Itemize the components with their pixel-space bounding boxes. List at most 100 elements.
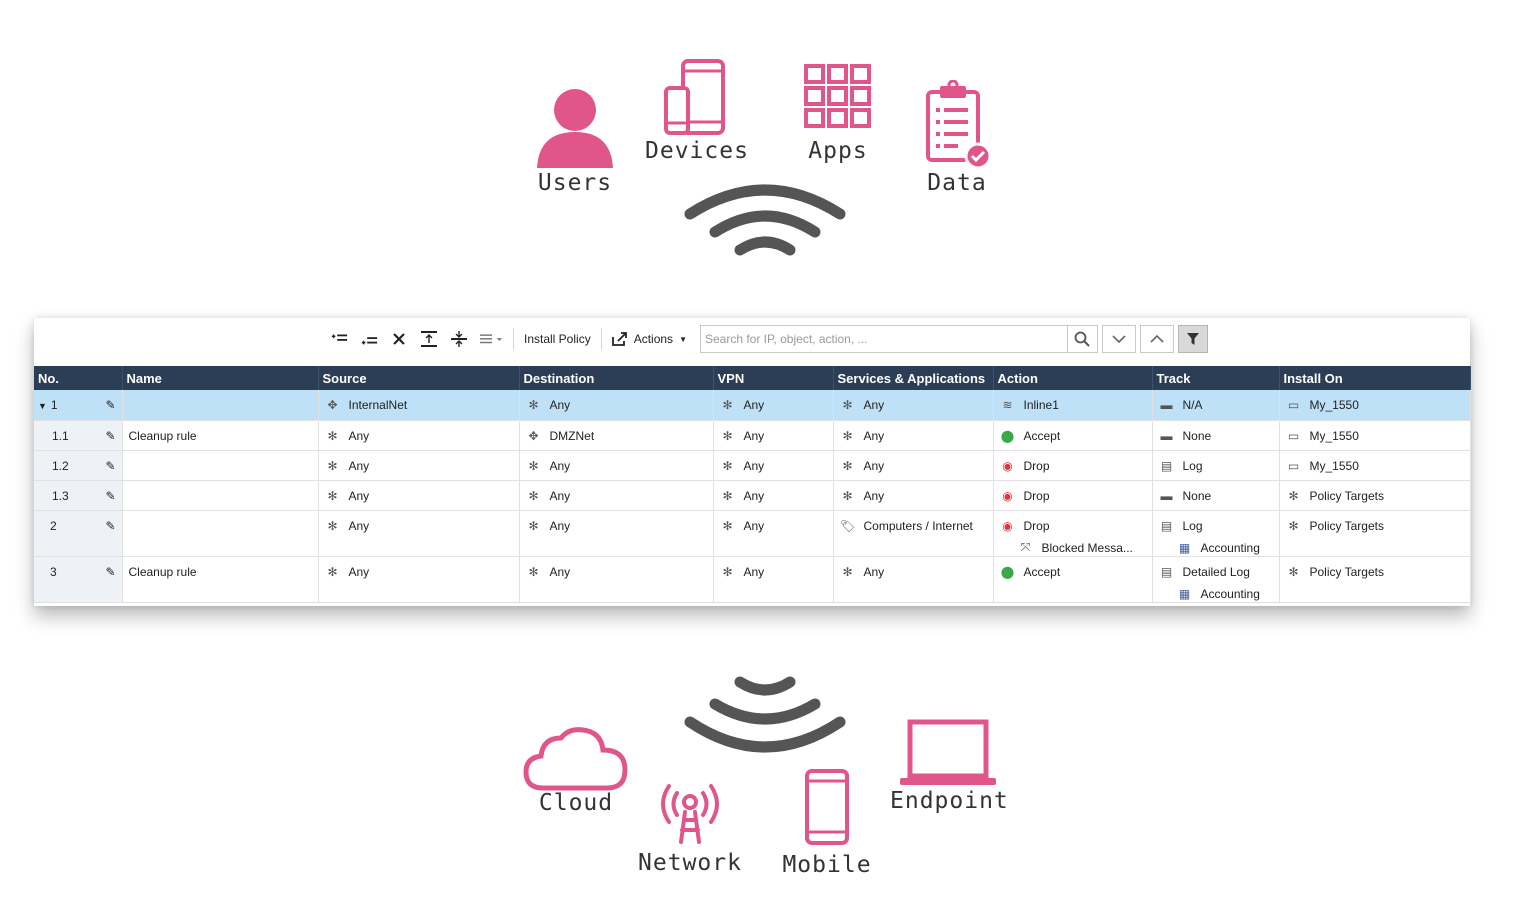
track-value: Detailed Log	[1182, 564, 1250, 579]
source-cell[interactable]: ✻ Any	[318, 450, 520, 481]
column-header[interactable]: Action	[993, 366, 1153, 390]
track-cell[interactable]: ▬ None	[1152, 420, 1280, 451]
column-header[interactable]: VPN	[713, 366, 834, 390]
action-cell[interactable]: ◉ Drop	[993, 450, 1153, 481]
track-cell[interactable]: ▬ None	[1152, 480, 1280, 511]
table-row[interactable]: 1.1 ✎ Cleanup rule ✻ Any ✥ DMZNet ✻ Any ✻ Any…	[34, 420, 1471, 451]
vpn-cell[interactable]: ✻ Any	[713, 420, 834, 451]
install-on-cell[interactable]: ✻ Policy Targets	[1279, 480, 1471, 511]
track-cell[interactable]: ▤ Detailed Log ▦ Accounting	[1152, 556, 1280, 603]
install-on-cell[interactable]: ▭ My_1550	[1279, 450, 1471, 481]
action-cell[interactable]: ⬤ Accept	[993, 420, 1153, 451]
pencil-icon[interactable]: ✎	[105, 519, 115, 533]
asterisk-icon: ✻	[842, 398, 853, 412]
action-cell[interactable]: ◉ Drop ⤧ Blocked Messa...	[993, 510, 1153, 557]
track-cell[interactable]: ▤ Log	[1152, 450, 1280, 481]
table-row[interactable]: 3 ✎ Cleanup rule ✻ Any ✻ Any ✻ Any ✻ Any ⬤ Acc…	[34, 556, 1471, 603]
rule-number: 2	[50, 518, 57, 533]
install-on-cell[interactable]: ✻ Policy Targets	[1279, 510, 1471, 557]
install-policy-button[interactable]: Install Policy	[517, 325, 598, 353]
pencil-icon[interactable]: ✎	[105, 429, 115, 443]
column-header[interactable]: Source	[318, 366, 520, 390]
destination-cell[interactable]: ✻ Any	[519, 450, 714, 481]
column-header[interactable]: No.	[34, 366, 123, 390]
install-on-cell[interactable]: ▭ My_1550	[1279, 390, 1471, 421]
gateway-icon: ▭	[1287, 428, 1300, 443]
asterisk-icon: ✻	[528, 564, 539, 579]
expand-caret-icon[interactable]: ▼	[38, 401, 47, 411]
vpn-cell[interactable]: ✻ Any	[713, 480, 834, 511]
actions-label: Actions	[633, 332, 674, 346]
pencil-icon[interactable]: ✎	[105, 489, 115, 503]
expand-button[interactable]	[414, 325, 444, 353]
install-on-value: Policy Targets	[1309, 518, 1384, 533]
apps-block: Apps	[790, 64, 886, 164]
filter-button[interactable]	[1177, 325, 1208, 353]
endpoint-block: Endpoint	[890, 718, 1008, 814]
source-cell[interactable]: ✻ Any	[318, 510, 520, 557]
dash-icon: ▬	[1160, 398, 1173, 412]
rule-name-cell[interactable]	[122, 450, 319, 481]
track-cell[interactable]: ▬ N/A	[1152, 390, 1280, 421]
table-row[interactable]: ▼ 1 ✎ ✥ InternalNet ✻ Any ✻ Any ✻ Any ≋ Inline1…	[34, 390, 1471, 421]
services-cell[interactable]: ✻ Any	[833, 420, 994, 451]
destination-cell[interactable]: ✥ DMZNet	[519, 420, 714, 451]
rule-name-cell[interactable]: Cleanup rule	[122, 420, 319, 451]
action-cell[interactable]: ≋ Inline1	[993, 390, 1153, 421]
services-cell[interactable]: ✻ Any	[833, 390, 994, 421]
pencil-icon[interactable]: ✎	[105, 565, 115, 579]
source-value: InternalNet	[348, 398, 408, 412]
asterisk-icon: ✻	[1288, 488, 1299, 503]
table-row[interactable]: 2 ✎ ✻ Any ✻ Any ✻ Any 🏷 Computers / Internet …	[34, 510, 1471, 557]
column-header[interactable]: Track	[1152, 366, 1280, 390]
table-row[interactable]: 1.3 ✎ ✻ Any ✻ Any ✻ Any ✻ Any ◉ Drop ▬ None ✻ Po…	[34, 480, 1471, 511]
rule-name-cell[interactable]	[122, 510, 319, 557]
source-cell[interactable]: ✥ InternalNet	[318, 390, 520, 421]
destination-cell[interactable]: ✻ Any	[519, 390, 714, 421]
column-header[interactable]: Name	[122, 366, 319, 390]
rule-name-cell[interactable]: Cleanup rule	[122, 556, 319, 603]
destination-cell[interactable]: ✻ Any	[519, 556, 714, 603]
services-cell[interactable]: ✻ Any	[833, 450, 994, 481]
track-cell[interactable]: ▤ Log ▦ Accounting	[1152, 510, 1280, 557]
services-cell[interactable]: 🏷 Computers / Internet	[833, 510, 994, 557]
column-header[interactable]: Services & Applications	[833, 366, 994, 390]
add-rule-below-button[interactable]	[354, 325, 384, 353]
table-row[interactable]: 1.2 ✎ ✻ Any ✻ Any ✻ Any ✻ Any ◉ Drop ▤ Log ▭ My_…	[34, 450, 1471, 481]
source-cell[interactable]: ✻ Any	[318, 480, 520, 511]
action-extra-value: Blocked Messa...	[1041, 540, 1133, 555]
source-cell[interactable]: ✻ Any	[318, 420, 520, 451]
rule-name-cell[interactable]	[122, 480, 319, 511]
services-cell[interactable]: ✻ Any	[833, 480, 994, 511]
action-value: Drop	[1023, 458, 1050, 473]
add-rule-above-button[interactable]	[324, 325, 354, 353]
asterisk-icon: ✻	[327, 518, 338, 533]
actions-menu-button[interactable]: Actions ▼	[605, 325, 694, 353]
prev-result-button[interactable]	[1139, 325, 1174, 353]
column-header[interactable]: Destination	[519, 366, 714, 390]
action-cell[interactable]: ⬤ Accept	[993, 556, 1153, 603]
destination-cell[interactable]: ✻ Any	[519, 480, 714, 511]
pencil-icon[interactable]: ✎	[105, 459, 115, 473]
source-cell[interactable]: ✻ Any	[318, 556, 520, 603]
column-header[interactable]: Install On	[1279, 366, 1471, 390]
services-cell[interactable]: ✻ Any	[833, 556, 994, 603]
vpn-cell[interactable]: ✻ Any	[713, 510, 834, 557]
install-on-cell[interactable]: ▭ My_1550	[1279, 420, 1471, 451]
next-result-button[interactable]	[1101, 325, 1136, 353]
destination-cell[interactable]: ✻ Any	[519, 510, 714, 557]
action-cell[interactable]: ◉ Drop	[993, 480, 1153, 511]
users-label: Users	[537, 170, 613, 196]
asterisk-icon: ✻	[722, 488, 733, 503]
vpn-cell[interactable]: ✻ Any	[713, 450, 834, 481]
pencil-icon[interactable]: ✎	[105, 398, 115, 412]
rule-name-cell[interactable]	[122, 390, 319, 421]
search-button[interactable]	[1066, 326, 1097, 352]
collapse-button[interactable]	[444, 325, 474, 353]
install-on-cell[interactable]: ✻ Policy Targets	[1279, 556, 1471, 603]
view-menu-button[interactable]	[474, 325, 510, 353]
delete-rule-button[interactable]	[384, 325, 414, 353]
vpn-cell[interactable]: ✻ Any	[713, 390, 834, 421]
vpn-cell[interactable]: ✻ Any	[713, 556, 834, 603]
search-input[interactable]: Search for IP, object, action, ...	[699, 325, 1098, 353]
